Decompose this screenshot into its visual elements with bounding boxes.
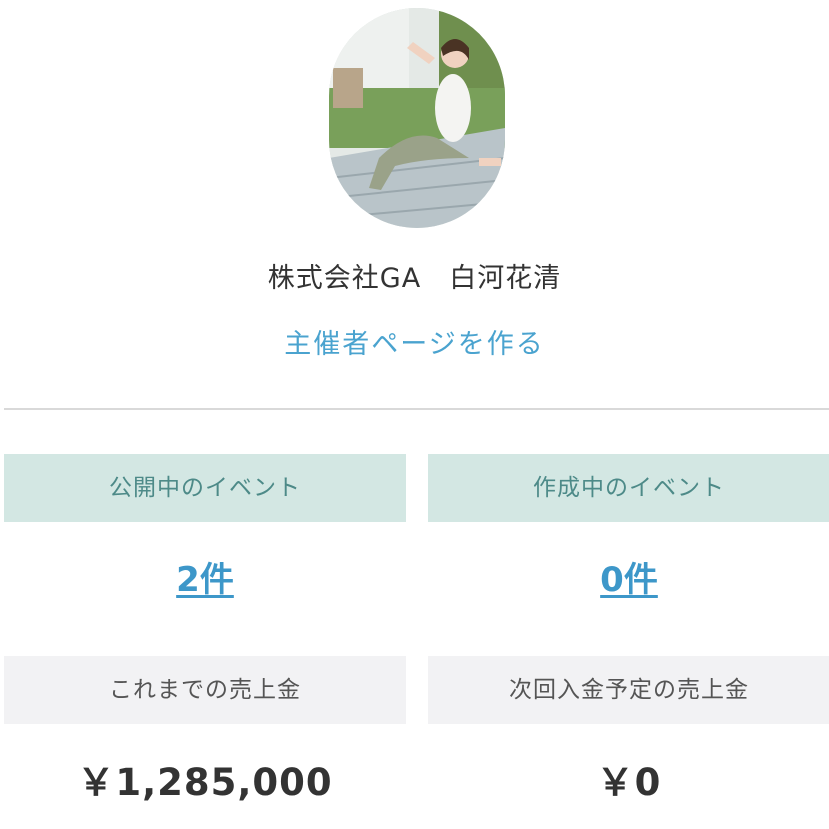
draft-events-header: 作成中のイベント [428,454,829,522]
avatar-photo [329,8,505,228]
section-divider [4,408,829,410]
organizer-name: 株式会社GA 白河花清 [267,263,562,294]
create-organizer-page-link[interactable]: 主催者ページを作る [0,322,829,361]
profile-avatar [329,8,505,228]
published-events-count-link[interactable]: 2件 [4,552,406,601]
total-sales-header: これまでの売上金 [4,656,406,724]
total-sales-amount: ￥1,285,000 [77,761,333,804]
next-payout-amount: ￥0 [596,761,662,804]
next-payout-header: 次回入金予定の売上金 [428,656,829,724]
published-events-header: 公開中のイベント [4,454,406,522]
draft-events-count-link[interactable]: 0件 [428,552,829,601]
